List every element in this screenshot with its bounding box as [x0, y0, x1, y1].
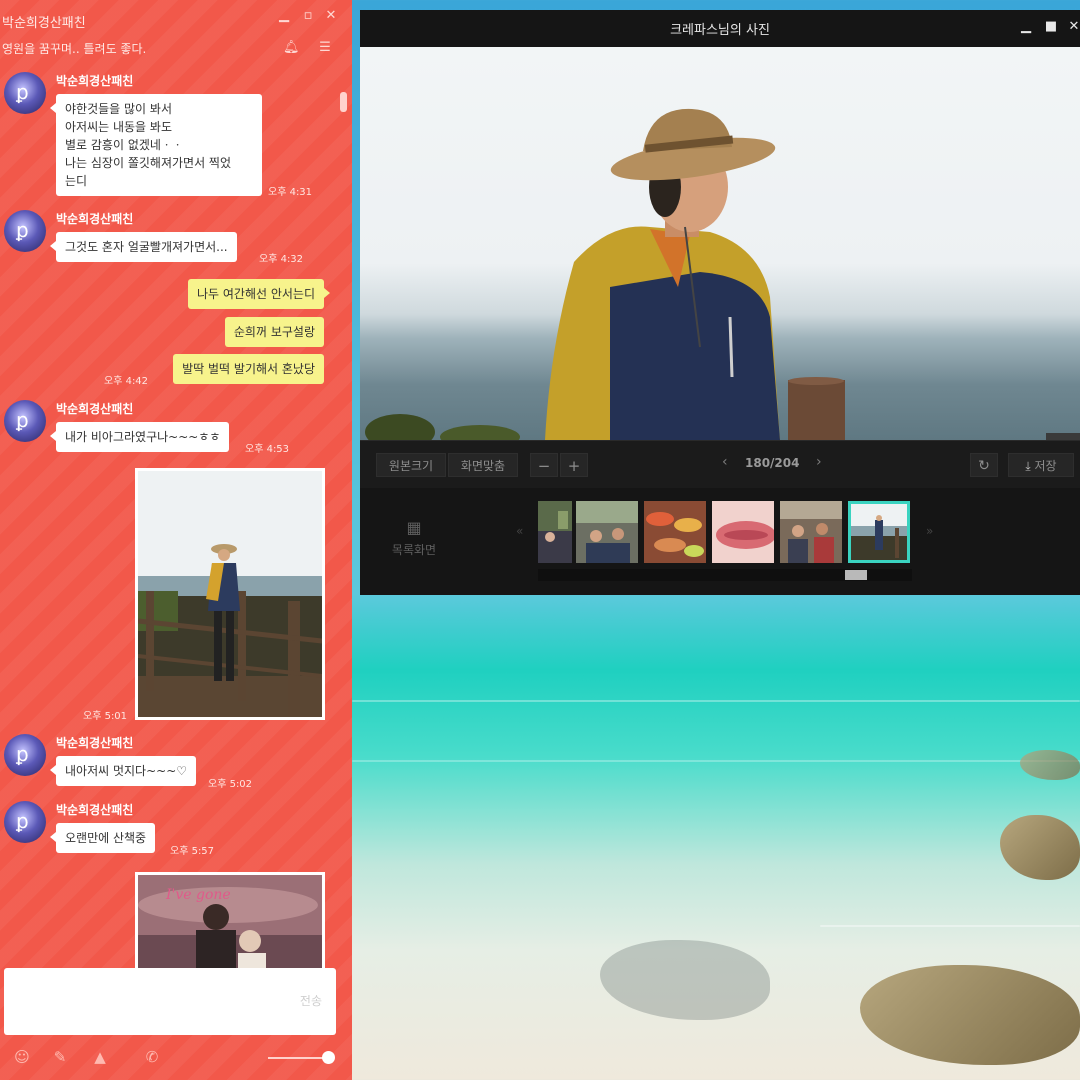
rock	[1000, 815, 1080, 880]
save-button[interactable]: ⤓ 저장	[1008, 453, 1074, 477]
thumbnail-strip: ▦ 목록화면 « »	[360, 488, 1080, 595]
thumbnail[interactable]	[780, 501, 842, 563]
sender-name: 박순희경산패친	[56, 736, 134, 750]
message-list[interactable]: ꝑ 박순희경산패친 야한것들을 많이 봐서 아저씨는 내동을 봐도 별로 감흥이…	[0, 70, 352, 968]
photo-message[interactable]: I've gone	[135, 872, 325, 968]
viewer-toolbar: 원본크기 화면맞춤 − + ‹ 180/204 › ↻ ⤓ 저장	[360, 440, 1080, 488]
thumbnail[interactable]	[576, 501, 638, 563]
grid-icon: ▦	[406, 518, 422, 537]
emoji-icon[interactable]: ☺	[12, 1048, 32, 1066]
fit-screen-button[interactable]: 화면맞춤	[448, 453, 518, 477]
message-time: 오후 5:01	[83, 711, 128, 722]
photo-man-with-hat	[365, 108, 1080, 440]
avatar[interactable]: ꝑ	[4, 400, 46, 442]
image-icon[interactable]: ▲	[90, 1048, 110, 1066]
list-view-button[interactable]: ▦ 목록화면	[388, 518, 440, 558]
scroll-right-icon[interactable]: »	[926, 524, 933, 538]
scroll-left-icon[interactable]: «	[516, 524, 523, 538]
thumb-image	[851, 504, 907, 560]
thumbnail[interactable]	[538, 501, 572, 563]
original-size-button[interactable]: 원본크기	[376, 453, 446, 477]
zoom-out-button[interactable]: −	[530, 453, 558, 477]
opacity-slider-track[interactable]	[268, 1057, 326, 1059]
sender-name: 박순희경산패친	[56, 402, 134, 416]
photo-message[interactable]	[135, 468, 325, 720]
rock	[600, 940, 770, 1020]
photo-caption: I've gone	[165, 887, 231, 903]
thumb-image	[644, 501, 706, 563]
thumbnail[interactable]	[712, 501, 774, 563]
message-time: 오후 4:42	[104, 376, 149, 387]
status-message: 영원을 꿈꾸며.. 틀려도 좋다.	[2, 42, 147, 56]
chat-toolbar: ☺ ✎ ▲ ✆	[0, 1040, 352, 1080]
photo-viewer: 크레파스님의 사진 ▁ ■ ✕ 원본크기 화면맞춤 − + ‹ 180/204 …	[360, 10, 1080, 595]
attach-icon[interactable]: ✎	[50, 1048, 70, 1066]
rotate-icon[interactable]: ↻	[970, 453, 998, 477]
close-icon[interactable]: ✕	[1066, 19, 1080, 34]
list-view-label: 목록화면	[391, 543, 437, 557]
sender-name: 박순희경산패친	[56, 74, 134, 88]
message-bubble-out[interactable]: 발딱 벌떡 발기해서 혼났당	[173, 354, 324, 384]
maximize-icon[interactable]: ■	[1043, 19, 1059, 34]
menu-icon[interactable]: ☰	[317, 40, 333, 55]
maximize-icon[interactable]: ▫	[300, 8, 316, 23]
viewer-titlebar[interactable]: 크레파스님의 사진 ▁ ■ ✕	[360, 10, 1080, 47]
zoom-in-button[interactable]: +	[560, 453, 588, 477]
rock	[860, 965, 1080, 1065]
rock	[1020, 750, 1080, 780]
sender-name: 박순희경산패친	[56, 212, 134, 226]
message-bubble-out[interactable]: 나두 여간해선 안서는디	[187, 279, 331, 309]
download-icon: ⤓	[1025, 459, 1031, 473]
bell-icon[interactable]: 🔔︎	[283, 40, 300, 55]
message-bubble[interactable]: 내가 비아그라였구나~~~ㅎㅎ	[49, 422, 230, 452]
opacity-slider-knob[interactable]	[322, 1051, 335, 1064]
message-bubble[interactable]: 오랜만에 산책중	[49, 823, 156, 853]
avatar[interactable]: ꝑ	[4, 801, 46, 843]
photo-man-on-deck	[138, 471, 322, 717]
chat-window: 박순희경산패친 영원을 꿈꾸며.. 틀려도 좋다. ▁ ▫ ✕ 🔔︎ ☰ ꝑ 박…	[0, 0, 352, 1080]
thumb-image	[780, 501, 842, 563]
thumb-image	[538, 501, 572, 563]
thumb-image	[576, 501, 638, 563]
photo-couple: I've gone	[138, 875, 322, 968]
close-icon[interactable]: ✕	[323, 8, 339, 23]
minimize-icon[interactable]: ▁	[1018, 19, 1034, 34]
main-photo[interactable]	[360, 47, 1080, 440]
prev-photo-icon[interactable]: ‹	[722, 454, 728, 470]
next-photo-icon[interactable]: ›	[816, 454, 822, 470]
message-bubble-out[interactable]: 순희꺼 보구설랑	[224, 317, 324, 347]
avatar[interactable]: ꝑ	[4, 72, 46, 114]
thumb-image	[712, 501, 774, 563]
thumbnail-selected[interactable]	[848, 501, 910, 563]
viewer-title: 크레파스님의 사진	[670, 23, 770, 38]
minimize-icon[interactable]: ▁	[276, 8, 292, 23]
message-time: 오후 4:32	[259, 254, 304, 265]
avatar[interactable]: ꝑ	[4, 734, 46, 776]
message-bubble[interactable]: 그것도 혼자 얼굴빨개져가면서...	[50, 232, 237, 262]
message-bubble[interactable]: 내아저씨 멋지다~~~♡	[49, 756, 197, 786]
phone-icon[interactable]: ✆	[142, 1048, 162, 1066]
chat-title: 박순희경산패친	[2, 16, 86, 31]
scrollbar-thumb[interactable]	[340, 92, 347, 112]
sender-name: 박순희경산패친	[56, 803, 134, 817]
thumbnail-scrollbar-thumb[interactable]	[845, 570, 867, 580]
thumbnail-scrollbar[interactable]	[538, 569, 912, 581]
message-time: 오후 5:02	[208, 779, 253, 790]
save-label: 저장	[1034, 459, 1057, 473]
message-time: 오후 4:53	[245, 444, 290, 455]
message-time: 오후 5:57	[170, 846, 215, 857]
message-time: 오후 4:31	[268, 187, 313, 198]
message-input[interactable]: 전송	[4, 968, 336, 1035]
avatar[interactable]: ꝑ	[4, 210, 46, 252]
page-counter: 180/204	[745, 456, 800, 470]
thumbnail[interactable]	[644, 501, 706, 563]
send-button[interactable]: 전송	[300, 992, 322, 1009]
message-bubble[interactable]: 야한것들을 많이 봐서 아저씨는 내동을 봐도 별로 감흥이 없겠네ㆍㆍ 나는 …	[50, 94, 262, 196]
